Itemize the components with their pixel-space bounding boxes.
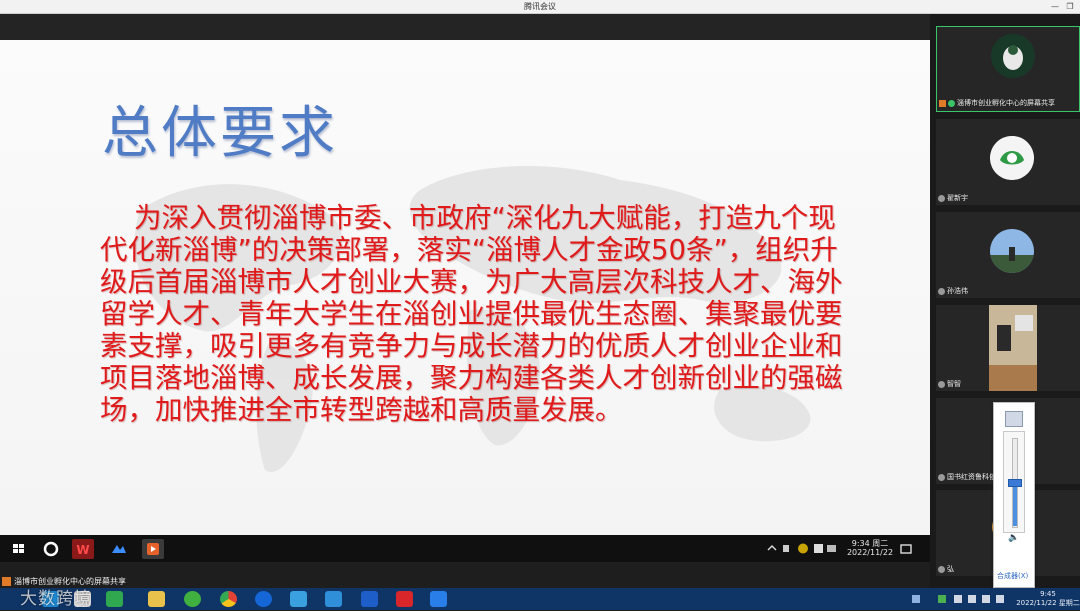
participant-label: 国书红资鲁科依	[938, 473, 996, 482]
media-player-icon[interactable]	[325, 591, 342, 607]
mic-icon	[938, 194, 945, 202]
participant-avatar	[990, 229, 1034, 273]
participant-tile[interactable]: 翟新宇	[936, 119, 1080, 205]
tencent-meeting-icon	[108, 539, 130, 559]
volume-slider-thumb[interactable]	[1008, 479, 1022, 487]
image-app-icon[interactable]	[290, 591, 307, 607]
tencent-meeting-taskbar-icon[interactable]	[430, 591, 447, 607]
participant-label: 智智	[938, 380, 961, 389]
shared-clock-date: 2022/11/22	[846, 548, 894, 557]
participant-label: 淄博市创业孵化中心的屏幕共享	[939, 99, 1055, 108]
volume-slider[interactable]	[1003, 431, 1025, 533]
volume-popup: 🔈 合成器(X)	[993, 402, 1035, 588]
os-taskbar: 9:45 2022/11/22 星期二	[0, 588, 1080, 610]
mic-icon	[938, 565, 945, 573]
chrome-icon[interactable]	[220, 591, 237, 607]
volume-speaker-icon[interactable]: 🔈	[1008, 533, 1019, 543]
speaker-device-icon[interactable]	[1005, 411, 1023, 427]
mixer-link[interactable]: 合成器(X)	[997, 571, 1028, 581]
refresh-app-icon[interactable]	[184, 591, 201, 607]
shared-system-tray	[765, 535, 840, 562]
notification-icon	[898, 539, 914, 559]
presentation-app-icon	[142, 539, 164, 559]
participant-video	[989, 305, 1037, 391]
slide-body-text: 为深入贯彻淄博市委、市政府“深化九大赋能，打造九个现代化新淄博”的决策部署，落实…	[100, 202, 843, 426]
participant-tile[interactable]: 孙浩伟	[936, 212, 1080, 298]
wps-icon: W	[72, 539, 94, 559]
shared-clock-time: 9:34 周二	[851, 539, 889, 548]
participant-tile[interactable]: 淄博市创业孵化中心的屏幕共享	[936, 26, 1080, 112]
participant-name: 弘	[947, 565, 954, 573]
participant-label: 弘	[938, 565, 954, 574]
shared-clock: 9:34 周二 2022/11/22	[843, 539, 897, 557]
slide-title: 总体要求	[102, 101, 338, 166]
os-clock-date: 2022/11/22 星期二	[1016, 599, 1080, 607]
mic-icon	[938, 380, 945, 388]
minimize-icon[interactable]: —	[1048, 0, 1062, 13]
participant-label: 翟新宇	[938, 194, 968, 203]
windows-start-icon	[8, 539, 30, 559]
participant-avatar	[990, 136, 1034, 180]
watermark-text: 大数跨境	[20, 589, 92, 609]
participant-name: 淄博市创业孵化中心的屏幕共享	[957, 99, 1055, 107]
os-clock[interactable]: 9:45 2022/11/22 星期二	[1016, 590, 1080, 608]
share-person-icon	[2, 577, 11, 586]
k-app-icon[interactable]	[255, 591, 272, 607]
participant-name: 智智	[947, 380, 961, 388]
window-title: 腾讯会议	[524, 2, 556, 11]
shared-slide: 总体要求 为深入贯彻淄博市委、市政府“深化九大赋能，打造九个现代化新淄博”的决策…	[0, 40, 930, 535]
shared-screen-top-margin	[0, 14, 930, 40]
mic-icon	[948, 99, 955, 107]
meeting-bottom-bar	[0, 562, 930, 588]
participant-tile[interactable]: 智智	[936, 305, 1080, 391]
participant-name: 孙浩伟	[947, 287, 968, 295]
volume-slider-fill	[1013, 482, 1017, 526]
participant-name: 国书红资鲁科依	[947, 473, 996, 481]
participant-avatar	[991, 34, 1035, 78]
arrow-app-icon[interactable]	[361, 591, 378, 607]
os-clock-time: 9:45	[1040, 590, 1056, 598]
file-explorer-icon[interactable]	[148, 591, 165, 607]
wps-taskbar-icon[interactable]	[396, 591, 413, 607]
chat-icon[interactable]	[106, 591, 123, 607]
window-title-bar: 腾讯会议 — ❐	[0, 0, 1080, 14]
participant-name: 翟新宇	[947, 194, 968, 202]
restore-icon[interactable]: ❐	[1063, 0, 1077, 13]
os-system-tray	[910, 591, 1010, 607]
mic-icon	[938, 473, 945, 481]
svg-text:W: W	[76, 543, 89, 557]
participant-label: 孙浩伟	[938, 287, 968, 296]
app-gear-icon	[40, 539, 62, 559]
host-icon	[939, 99, 946, 107]
mic-icon	[938, 287, 945, 295]
shared-screen-taskbar: W 9:34 周二 2022/11/22	[0, 535, 930, 562]
